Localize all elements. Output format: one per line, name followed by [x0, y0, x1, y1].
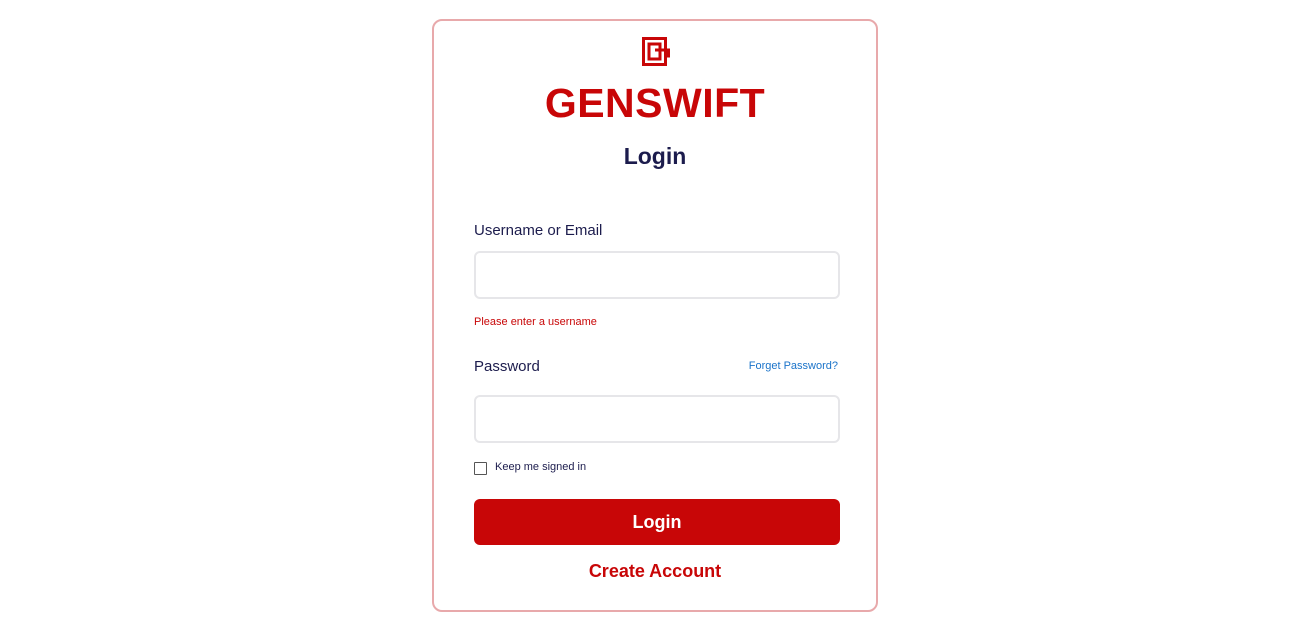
login-button[interactable]: Login — [474, 499, 840, 545]
keep-signed-in-checkbox[interactable] — [474, 462, 487, 475]
login-card: GENSWIFT Login Username or Email Please … — [432, 19, 878, 612]
keep-signed-in-label: Keep me signed in — [495, 461, 587, 473]
genswift-logo-icon — [642, 37, 670, 66]
username-label: Username or Email — [474, 222, 603, 239]
forgot-password-link[interactable]: Forget Password? — [749, 359, 838, 373]
password-label: Password — [474, 358, 540, 375]
page-title: Login — [623, 143, 687, 169]
username-error-message: Please enter a username — [474, 316, 597, 328]
brand-name: GENSWIFT — [544, 80, 766, 126]
create-account-link[interactable]: Create Account — [434, 559, 876, 583]
password-input[interactable] — [474, 395, 840, 443]
username-input[interactable] — [474, 251, 840, 299]
